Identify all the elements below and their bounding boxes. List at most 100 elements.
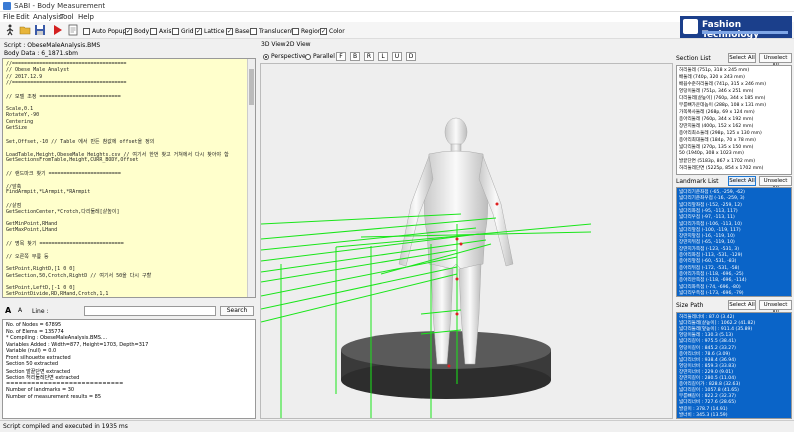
- section-list-item[interactable]: 종아리둘레 (760p, 344 x 192 mm): [679, 116, 753, 122]
- size-unselect-all-button[interactable]: Unselect All: [759, 300, 792, 316]
- landmark-list-item[interactable]: 넓다리좌측점 (-74, -696, -80): [679, 284, 741, 290]
- run-icon[interactable]: [51, 24, 63, 36]
- landmark-list-item[interactable]: 넓다리앞점 (-100, -119, 117): [679, 227, 741, 233]
- parallel-radio[interactable]: Parallel: [305, 53, 335, 60]
- section-list-item[interactable]: 허리둘레 (751p, 318 x 245 mm): [679, 67, 749, 73]
- search-button[interactable]: Search: [220, 306, 254, 316]
- 3d-scene: [261, 117, 592, 418]
- script-line: // 모델 조정 ===========================: [6, 94, 121, 100]
- section-list-item[interactable]: 엉덩이둘레 (751p, 346 x 251 mm): [679, 88, 753, 94]
- landmark-list-item[interactable]: 장딴지가쪽점 (-123, -531, 3): [679, 246, 739, 252]
- 3d-viewport[interactable]: [260, 63, 673, 419]
- menu-tool[interactable]: Tool: [60, 13, 74, 21]
- section-select-all-button[interactable]: Select All: [728, 53, 756, 63]
- menu-file[interactable]: File: [3, 13, 15, 21]
- document-icon[interactable]: [67, 24, 79, 36]
- save-icon[interactable]: [34, 24, 46, 36]
- walk-icon[interactable]: [4, 24, 16, 36]
- size-path-item[interactable]: 종아리너비 : 78.6 (3.09): [679, 351, 730, 357]
- landmark-list-item[interactable]: 종아리좌점 (-113, -531, -129): [679, 252, 742, 258]
- size-path-item[interactable]: 발너비 : 345.3 (13.59): [679, 412, 728, 418]
- menu-help[interactable]: Help: [78, 13, 94, 21]
- landmark-list-item[interactable]: 넓다리좌점 (-95, -113, 117): [679, 208, 738, 214]
- size-path-item[interactable]: 장딴지길이 : 280.5 (11.04): [679, 375, 736, 381]
- translucent-checkbox[interactable]: Translucent: [250, 27, 293, 35]
- section-list-item[interactable]: 다리둘레[샅높이] (760p, 344 x 185 mm): [679, 95, 765, 101]
- script-line: GetSection,50,Crotch,RightD // 여기서 50을 다…: [6, 273, 152, 280]
- editor-scrollbar[interactable]: [247, 59, 255, 297]
- section-list-item[interactable]: 배둘레 (740p, 320 x 243 mm): [679, 74, 745, 80]
- size-path-item[interactable]: 엉덩이둘레 : 130.3 (5.13): [679, 332, 733, 338]
- section-list-item[interactable]: 넓다리둘레 (270p, 135 x 150 mm): [679, 144, 753, 150]
- size-path-item[interactable]: 엉덩이너비 : 859.3 (33.83): [679, 363, 736, 369]
- section-unselect-all-button[interactable]: Unselect All: [759, 53, 792, 69]
- view-right-button[interactable]: R: [364, 52, 374, 61]
- landmark-list-item[interactable]: 종아리앞점 (-60, -531, -83): [679, 258, 736, 264]
- tab-2d-view[interactable]: 2D View: [286, 41, 311, 48]
- parallel-label: Parallel: [313, 53, 335, 60]
- font-larger-button[interactable]: A: [5, 306, 11, 315]
- view-down-button[interactable]: D: [406, 52, 416, 61]
- view-back-button[interactable]: B: [350, 52, 360, 61]
- section-list-item[interactable]: 장딴지둘레 (400p, 152 x 162 mm): [679, 123, 753, 129]
- grid-checkbox[interactable]: Grid: [172, 27, 194, 35]
- perspective-radio[interactable]: Perspective: [263, 53, 306, 60]
- landmark-list-item[interactable]: 넓다리우점 (-97, -113, 11): [679, 214, 735, 220]
- size-path-list[interactable]: 허리둘레너비 : 87.0 (3.42) 넓다리둘레[샅높이] : 1062.2 …: [676, 312, 792, 419]
- body-checkbox[interactable]: ✓ Body: [125, 27, 149, 35]
- script-line: //======================================: [6, 80, 127, 87]
- color-checkbox[interactable]: ✓ Color: [320, 27, 345, 35]
- size-path-item[interactable]: 넓다리둘레[앞높이] : 911.4 (35.89): [679, 326, 752, 332]
- region-checkbox[interactable]: Region: [292, 27, 322, 35]
- size-path-item[interactable]: 넓다리너비 : 938.4 (36.94): [679, 357, 736, 363]
- section-list-item[interactable]: 종아리최대둘레 (184p, 70 x 78 mm): [679, 137, 756, 143]
- section-list-item[interactable]: 허리둘레단면 (5225p, 854 x 1702 mm): [679, 165, 763, 171]
- size-path-item[interactable]: 넓다리길이 : 1057.8 (41.65): [679, 387, 739, 393]
- menu-analysis[interactable]: Analysis: [33, 13, 62, 21]
- landmark-select-all-button[interactable]: Select All: [728, 176, 756, 186]
- auto-popup-checkbox[interactable]: Auto Popup: [83, 27, 126, 35]
- lattice-checkbox[interactable]: ✓ Lattice: [195, 27, 224, 35]
- landmark-list[interactable]: 넓다리기준좌점 (-65, -259, -62) 넓다리기준좌우점 (-16, -…: [676, 187, 792, 297]
- size-path-item[interactable]: 무릎뼈길이 : 822.2 (32.37): [679, 393, 736, 399]
- size-path-item[interactable]: 발길이 : 378.7 (14.91): [679, 406, 728, 412]
- line-input[interactable]: [84, 306, 216, 316]
- size-path-item[interactable]: 장딴지너비 : 229.0 (9.01): [679, 369, 733, 375]
- section-list-item[interactable]: 종아리최소둘레 (298p, 125 x 130 mm): [679, 130, 762, 136]
- landmark-unselect-all-button[interactable]: Unselect All: [759, 176, 792, 192]
- axis-checkbox[interactable]: Axis: [150, 27, 171, 35]
- section-list[interactable]: 허리둘레 (751p, 318 x 245 mm) 배둘레 (740p, 320 …: [676, 65, 792, 175]
- section-list-item[interactable]: 가쪽복사둘레 (268p, 69 x 124 mm): [679, 109, 755, 115]
- size-select-all-button[interactable]: Select All: [728, 300, 756, 310]
- script-editor[interactable]: //======================================…: [2, 58, 256, 298]
- landmark-list-item[interactable]: 넓다리기준좌점 (-65, -259, -62): [679, 189, 745, 195]
- landmark-list-item[interactable]: 장딴지앞점 (-16, -119, 10): [679, 233, 735, 239]
- tab-3d-view[interactable]: 3D View: [261, 41, 286, 48]
- view-up-button[interactable]: U: [392, 52, 402, 61]
- size-path-item[interactable]: 종아리길이가 : 828.8 (32.63): [679, 381, 740, 387]
- section-list-item[interactable]: 무릎뼈가운데높이 (288p, 108 x 131 mm): [679, 102, 766, 108]
- landmark-list-item[interactable]: 장딴지뒤점 (-65, -119, 10): [679, 239, 735, 245]
- size-path-item[interactable]: 넓다리길이 : 975.5 (38.41): [679, 338, 736, 344]
- base-checkbox[interactable]: ✓ Base: [226, 27, 250, 35]
- size-path-item[interactable]: 넓다리너비 : 727.6 (28.65): [679, 399, 736, 405]
- open-folder-icon[interactable]: [19, 24, 31, 36]
- editor-scroll-thumb[interactable]: [249, 69, 254, 105]
- section-list-item[interactable]: 배꼽수준허리둘레 (741p, 315 x 246 mm): [679, 81, 766, 87]
- view-front-button[interactable]: F: [336, 52, 346, 61]
- landmark-list-item[interactable]: 종아리뒤점 (-172, -531, -58): [679, 265, 739, 271]
- landmark-list-item[interactable]: 넓다리기준좌우점 (-16, -259, 3): [679, 195, 745, 201]
- font-smaller-button[interactable]: A: [18, 307, 22, 314]
- section-list-item[interactable]: 발끝단면 (5183p, 867 x 1702 mm): [679, 158, 755, 164]
- landmark-list-item[interactable]: 넓다리우측점 (-173, -696, -79): [679, 290, 744, 296]
- size-path-item[interactable]: 넓다리둘레[샅높이] : 1062.2 (41.82): [679, 320, 755, 326]
- size-path-item[interactable]: 허리둘레너비 : 87.0 (3.42): [679, 314, 734, 320]
- landmark-list-item[interactable]: 넓다리앞좌점 (-152, -259, 12): [679, 202, 742, 208]
- landmark-list-item[interactable]: 종아리안쪽점 (-118, -696, -114): [679, 277, 747, 283]
- landmark-list-item[interactable]: 넓다리가쪽점 (-106, -113, 10): [679, 221, 742, 227]
- menu-edit[interactable]: Edit: [16, 13, 30, 21]
- landmark-list-item[interactable]: 종아리가쪽점 (-118, -696, -25): [679, 271, 744, 277]
- view-left-button[interactable]: L: [378, 52, 388, 61]
- section-list-item[interactable]: 50 (1940p, 308 x 1023 mm): [679, 151, 744, 156]
- size-path-item[interactable]: 엉덩이길이 : 845.2 (33.27): [679, 345, 736, 351]
